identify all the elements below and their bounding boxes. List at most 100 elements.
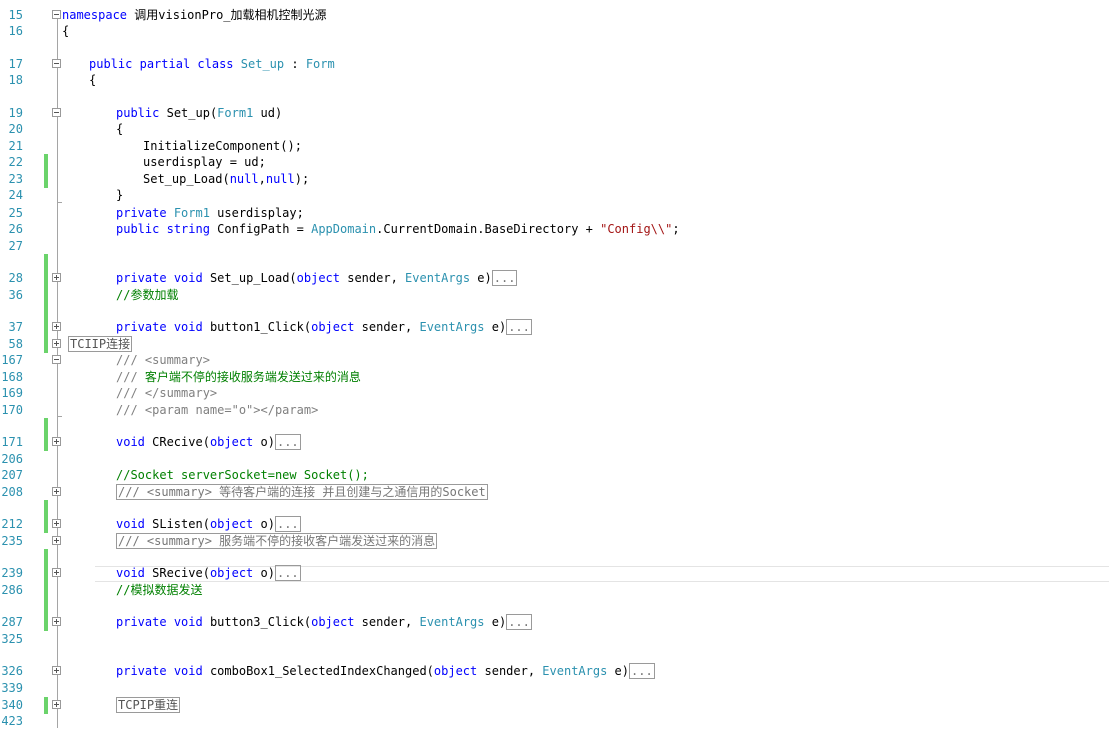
code-text: {	[116, 122, 124, 136]
code-line[interactable]: 28 private void Set_up_Load(object sende…	[0, 270, 1109, 287]
expand-toggle-icon[interactable]	[52, 666, 61, 675]
code-editor[interactable]: 15 namespace 调用visionPro_加载相机控制光源 16 { 1…	[0, 0, 1109, 743]
code-mid: sender,	[477, 664, 543, 678]
collapse-toggle-icon[interactable]	[52, 355, 61, 364]
code-line[interactable]: 36 //参数加载	[0, 287, 1109, 304]
code-line[interactable]: 25 private Form1 userdisplay;	[0, 205, 1109, 221]
code-line[interactable]: 23 Set_up_Load(null,null);	[0, 171, 1109, 188]
code-line[interactable]: 15 namespace 调用visionPro_加载相机控制光源	[0, 7, 1109, 23]
code-rest: e)	[484, 615, 507, 629]
line-number: 325	[1, 632, 23, 646]
line-number: 28	[8, 271, 23, 285]
code-line[interactable]: 325	[0, 631, 1109, 647]
expand-toggle-icon[interactable]	[52, 437, 61, 446]
change-marker	[44, 270, 48, 287]
code-line[interactable]: 18 {	[0, 72, 1109, 88]
code-line[interactable]: 235 /// <summary> 服务端不停的接收客户端发送过来的消息	[0, 533, 1109, 549]
collapsed-block[interactable]: ...	[506, 614, 532, 630]
code-line[interactable]: 208 /// <summary> 等待客户端的连接 并且创建与之通信用的Soc…	[0, 484, 1109, 500]
comma: ,	[258, 172, 266, 186]
code-line[interactable]: 168 /// 客户端不停的接收服务端发送过来的消息	[0, 369, 1109, 385]
expand-toggle-icon[interactable]	[52, 568, 61, 577]
collapsed-doc-comment[interactable]: /// <summary> 服务端不停的接收客户端发送过来的消息	[116, 533, 438, 549]
code-line[interactable]: 19 public Set_up(Form1 ud)	[0, 105, 1109, 121]
code-line[interactable]: 170 /// <param name="o"></param>	[0, 402, 1109, 418]
keyword: void	[173, 615, 203, 629]
code-line[interactable]: 58 TCIIP连接	[0, 336, 1109, 353]
code-line[interactable]: 207 //Socket serverSocket=new Socket();	[0, 467, 1109, 483]
class-name: Set_up	[240, 57, 285, 71]
collapsed-block[interactable]: ...	[274, 516, 301, 532]
expand-toggle-icon[interactable]	[52, 339, 61, 348]
collapsed-block[interactable]: ...	[629, 663, 655, 679]
collapse-toggle-icon[interactable]	[52, 108, 61, 117]
keyword: private	[116, 615, 167, 629]
code-line[interactable]: 24 }	[0, 187, 1109, 203]
code-line[interactable]: 326 private void comboBox1_SelectedIndex…	[0, 663, 1109, 679]
code-line[interactable]: 17 public partial class Set_up : Form	[0, 56, 1109, 72]
keyword: object	[311, 615, 355, 629]
codelens-row	[0, 598, 1109, 615]
code-line[interactable]: 239 void SRecive(object o)...	[0, 565, 1109, 582]
code-line[interactable]: 167 /// <summary>	[0, 352, 1109, 368]
code-line[interactable]: 37 private void button1_Click(object sen…	[0, 319, 1109, 336]
line-number: 37	[8, 320, 23, 334]
expand-toggle-icon[interactable]	[52, 536, 61, 545]
code-line[interactable]: 206	[0, 451, 1109, 467]
type-name: AppDomain	[311, 222, 377, 236]
code-text: /// 客户端不停的接收服务端发送过来的消息	[116, 369, 361, 385]
change-marker	[44, 516, 48, 533]
code-text: Set_up_Load(null,null);	[143, 171, 309, 187]
collapsed-block[interactable]: ...	[506, 319, 532, 335]
line-number: 169	[1, 386, 23, 400]
code-rest: ud)	[253, 106, 283, 120]
method-name: Set_up_Load(	[202, 271, 297, 285]
expand-toggle-icon[interactable]	[52, 519, 61, 528]
method-name: button1_Click(	[202, 320, 312, 334]
change-marker	[44, 336, 48, 353]
code-line[interactable]: 287 private void button3_Click(object se…	[0, 614, 1109, 631]
code-text: private void button1_Click(object sender…	[116, 319, 532, 335]
codelens-row	[0, 89, 1109, 105]
code-line[interactable]: 171 void CRecive(object o)...	[0, 434, 1109, 451]
collapsed-block[interactable]: ...	[274, 565, 301, 581]
code-text: public string ConfigPath = AppDomain.Cur…	[116, 221, 680, 237]
line-number: 326	[1, 664, 23, 678]
keyword: class	[197, 57, 234, 71]
collapsed-block[interactable]: ...	[491, 270, 518, 286]
collapse-toggle-icon[interactable]	[52, 10, 61, 19]
code-line[interactable]: 423	[0, 713, 1109, 729]
code-line[interactable]: 21 InitializeComponent();	[0, 138, 1109, 154]
collapsed-doc-comment[interactable]: /// <summary> 等待客户端的连接 并且创建与之通信用的Socket	[116, 484, 488, 500]
code-line[interactable]: 20 {	[0, 121, 1109, 137]
code-line[interactable]: 27	[0, 238, 1109, 254]
expand-toggle-icon[interactable]	[52, 273, 61, 282]
code-rest: ;	[672, 222, 680, 236]
change-marker	[44, 500, 48, 517]
collapsed-block[interactable]: ...	[274, 434, 301, 450]
code-line[interactable]: 169 /// </summary>	[0, 385, 1109, 401]
expand-toggle-icon[interactable]	[52, 487, 61, 496]
code-text: InitializeComponent();	[143, 139, 302, 153]
codelens-row	[0, 254, 1109, 271]
code-line[interactable]: 339	[0, 680, 1109, 696]
code-line[interactable]: 16 {	[0, 23, 1109, 39]
collapse-toggle-icon[interactable]	[52, 59, 61, 68]
line-number: 17	[8, 57, 23, 71]
doc-comment: 客户端不停的接收服务端发送过来的消息	[144, 370, 361, 384]
code-line[interactable]: 286 //模拟数据发送	[0, 582, 1109, 599]
line-number: 19	[8, 106, 23, 120]
keyword: object	[433, 664, 478, 678]
expand-toggle-icon[interactable]	[52, 322, 61, 331]
code-line[interactable]: 26 public string ConfigPath = AppDomain.…	[0, 221, 1109, 237]
change-marker	[44, 565, 48, 582]
expand-toggle-icon[interactable]	[52, 700, 61, 709]
code-line[interactable]: 22 userdisplay = ud;	[0, 154, 1109, 171]
code-line[interactable]: 212 void SListen(object o)...	[0, 516, 1109, 533]
expand-toggle-icon[interactable]	[52, 617, 61, 626]
line-number: 287	[1, 615, 23, 629]
code-line[interactable]: 340 TCPIP重连	[0, 697, 1109, 714]
separator: :	[284, 57, 306, 71]
collapsed-region[interactable]: TCPIP重连	[116, 697, 181, 713]
collapsed-region[interactable]: TCIIP连接	[68, 336, 133, 352]
